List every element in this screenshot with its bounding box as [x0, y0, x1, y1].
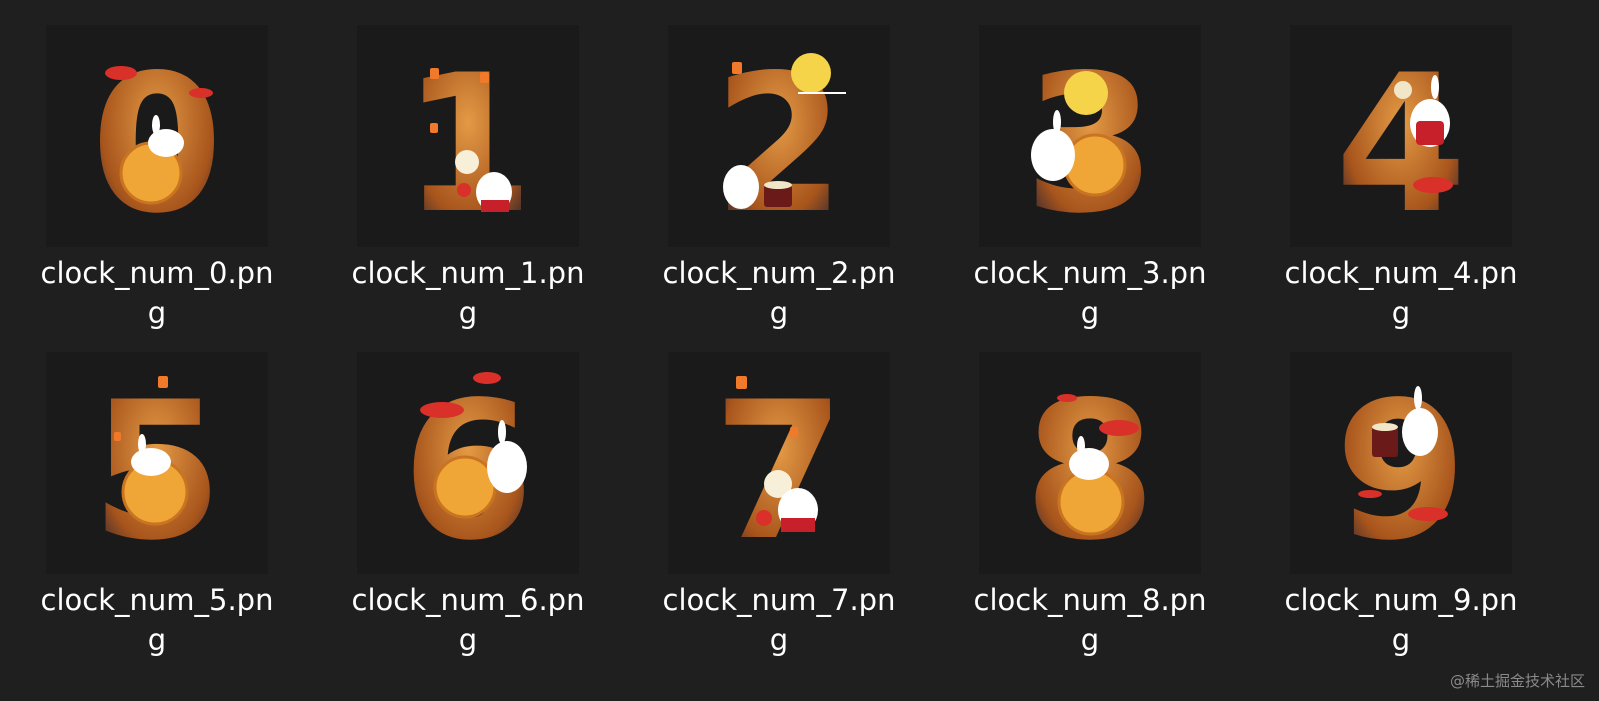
moon-rabbit-cloud-icon: 9: [1335, 361, 1467, 574]
file-name-label[interactable]: clock_num_9.png: [1280, 580, 1522, 660]
moon-rabbit-mooncake-icon: 6: [402, 361, 534, 574]
file-name-label[interactable]: clock_num_3.png: [969, 253, 1211, 333]
file-item-clock-num-9[interactable]: 9 clock_num_9.png: [1285, 352, 1517, 682]
file-name-label[interactable]: clock_num_7.png: [658, 580, 900, 660]
file-item-clock-num-1[interactable]: 1 clock_num_1.png: [352, 25, 584, 355]
thumbnail-clock-num-5[interactable]: 5: [46, 352, 268, 574]
moon-rabbit-full-moon-icon: 2: [713, 34, 846, 247]
moon-rabbit-lantern-icon: 7: [713, 361, 845, 574]
thumbnail-clock-num-3[interactable]: 3: [979, 25, 1201, 247]
file-item-clock-num-5[interactable]: 5 clock_num_5.png: [41, 352, 273, 682]
moon-rabbit-mooncake-icon: 8: [1024, 361, 1156, 574]
thumbnail-clock-num-0[interactable]: 0: [46, 25, 268, 247]
file-item-clock-num-4[interactable]: 4 clock_num_4.png: [1285, 25, 1517, 355]
file-name-label[interactable]: clock_num_8.png: [969, 580, 1211, 660]
thumbnail-clock-num-4[interactable]: 4: [1290, 25, 1512, 247]
file-name-label[interactable]: clock_num_4.png: [1280, 253, 1522, 333]
thumbnail-clock-num-2[interactable]: 2: [668, 25, 890, 247]
file-item-clock-num-3[interactable]: 3 clock_num_3.png: [974, 25, 1206, 355]
file-grid: 0 clock_num_0.png 1: [0, 0, 1599, 701]
svg-text:4: 4: [1335, 34, 1467, 247]
moon-rabbit-cloud-icon: 4: [1335, 34, 1467, 247]
file-name-label[interactable]: clock_num_6.png: [347, 580, 589, 660]
file-item-clock-num-0[interactable]: 0 clock_num_0.png: [41, 25, 273, 355]
thumbnail-clock-num-1[interactable]: 1: [357, 25, 579, 247]
file-name-label[interactable]: clock_num_2.png: [658, 253, 900, 333]
moon-rabbit-lantern-icon: 1: [402, 34, 534, 247]
thumbnail-clock-num-7[interactable]: 7: [668, 352, 890, 574]
thumbnail-clock-num-6[interactable]: 6: [357, 352, 579, 574]
file-name-label[interactable]: clock_num_1.png: [347, 253, 589, 333]
watermark: @稀土掘金技术社区: [1449, 672, 1585, 690]
moon-rabbit-mooncake-icon: 3: [1024, 34, 1156, 247]
moon-rabbit-mooncake-icon: 5: [91, 361, 223, 574]
svg-text:1: 1: [402, 34, 534, 247]
file-name-label[interactable]: clock_num_0.png: [36, 253, 278, 333]
svg-text:9: 9: [1335, 361, 1467, 574]
moon-rabbit-mooncake-icon: 0: [91, 34, 223, 247]
file-item-clock-num-2[interactable]: 2 clock_num_2.png: [663, 25, 895, 355]
thumbnail-clock-num-8[interactable]: 8: [979, 352, 1201, 574]
file-name-label[interactable]: clock_num_5.png: [36, 580, 278, 660]
file-item-clock-num-8[interactable]: 8 clock_num_8.png: [974, 352, 1206, 682]
file-item-clock-num-7[interactable]: 7 clock_num_7.png: [663, 352, 895, 682]
thumbnail-clock-num-9[interactable]: 9: [1290, 352, 1512, 574]
file-item-clock-num-6[interactable]: 6 clock_num_6.png: [352, 352, 584, 682]
svg-text:7: 7: [713, 361, 845, 574]
